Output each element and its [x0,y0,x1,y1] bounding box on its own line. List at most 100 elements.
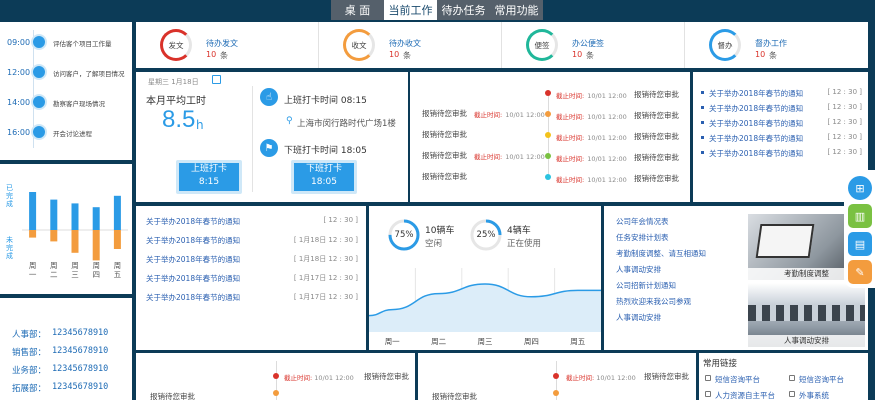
news-link[interactable]: 考勤制度调整、请互相通知 [616,248,706,259]
document-icon[interactable]: ▤ [848,232,872,256]
quick-link[interactable]: 外事系统 [799,390,829,400]
x-tick-label: 三 [71,270,79,279]
notice-time: [ 1月17日 12 : 30 ] [293,293,358,301]
x-tick-label: 周 [92,261,100,270]
quick-link[interactable]: 短信咨询平台 [799,374,844,385]
notice-title[interactable]: 关于举办2018年春节的通知 [709,103,803,114]
vehicle-status: 空闲 [425,239,443,249]
timeline-dot [545,90,551,96]
notices-panel: 关于举办2018年春节的通知 [ 12 : 30 ] 关于举办2018年春节的通知 [… [136,206,366,350]
avg-hours-unit: h [196,118,204,132]
location-pin-icon: ⚲ [286,116,293,126]
news-thumb-personnel[interactable]: 人事调动安排 [748,283,865,347]
tab-common-functions[interactable]: 常用功能 [490,0,543,20]
notice-time: [ 12 : 30 ] [827,88,862,96]
stat-title[interactable]: 待办收文 [389,38,421,49]
approval-item[interactable]: 报销待您审批 [150,391,195,400]
approval-item[interactable]: 报销待您审批 [634,173,679,184]
dept-name: 拓展部： [12,384,47,394]
news-link[interactable]: 公司招新计划通知 [616,280,676,291]
schedule-text[interactable]: 评估客个项目工作量 [53,38,112,48]
link-icon [705,391,711,397]
dept-phone: 12345678910 [52,364,109,374]
approval-item[interactable]: 报销待您审批 [634,110,679,121]
x-tick-label: 周 [71,261,79,270]
notice-title[interactable]: 关于举办2018年春节的通知 [709,148,803,159]
stat-count: 10 [755,50,766,59]
tab-desktop[interactable]: 桌 面 [331,0,384,20]
stat-title[interactable]: 督办工作 [755,38,787,49]
approvals-bottom-left: 截止时间: 10/01 12:00 报销待您审批 报销待您审批 [136,353,415,400]
stat-title[interactable]: 待办发文 [206,38,238,49]
approvals-panel: 报销待您审批 截止时间: 10/01 12:00 报销待您审批 报销待您审批 截止时间: 1… [410,72,690,202]
tab-current-work[interactable]: 当前工作 [384,0,437,20]
checkout-button[interactable]: 下班打卡 18:05 [291,160,357,194]
stat-ring-icon[interactable]: 发文 [160,29,192,61]
checkin-button[interactable]: 上班打卡 8:15 [176,160,242,194]
approval-item[interactable]: 报销待您审批 [634,131,679,142]
stat-title[interactable]: 办公便签 [572,38,604,49]
schedule-time: 14:00 [7,98,31,107]
deadline-label: 截止时间: [556,113,585,121]
avg-hours-value: 8.5 [162,106,196,133]
notice-title[interactable]: 关于举办2018年春节的通知 [146,216,240,227]
notice-title[interactable]: 关于举办2018年春节的通知 [709,88,803,99]
approval-item[interactable]: 报销待您审批 [422,129,467,140]
bar-undone [71,230,79,253]
bullet [701,121,704,124]
notice-title[interactable]: 关于举办2018年春节的通知 [709,118,803,129]
checkout-button-time: 18:05 [311,177,337,187]
stat-count: 10 [389,50,400,59]
link-icon [789,391,795,397]
vehicle-status: 正在使用 [507,239,542,249]
tab-todo[interactable]: 待办任务 [437,0,490,20]
x-tick-label: 周四 [524,337,539,346]
apps-icon[interactable]: ⊞ [848,176,872,200]
note-icon[interactable]: ✎ [848,260,872,284]
notice-title[interactable]: 关于举办2018年春节的通知 [146,235,240,246]
approval-item[interactable]: 报销待您审批 [634,152,679,163]
notice-time: [ 12 : 30 ] [827,148,862,156]
approval-item[interactable]: 报销待您审批 [644,371,689,382]
schedule-text[interactable]: 勘察客户现场情况 [53,98,105,108]
quick-link[interactable]: 短信咨询平台 [715,374,760,385]
calendar-icon[interactable] [212,75,221,84]
timeline-dot [545,111,551,117]
notice-title[interactable]: 关于举办2018年春节的通知 [146,254,240,265]
x-tick-label: 二 [50,270,58,279]
approval-item[interactable]: 报销待您审批 [364,371,409,382]
schedule-text[interactable]: 访问客户，了解项目情况 [53,68,125,78]
notice-title[interactable]: 关于举办2018年春节的通知 [146,273,240,284]
trash-icon[interactable]: ▥ [848,204,872,228]
stat-ring-icon[interactable]: 便签 [526,29,558,61]
news-link[interactable]: 公司年会情况表 [616,216,669,227]
news-link[interactable]: 热烈欢迎来我公司参观 [616,296,691,307]
schedule-text[interactable]: 开会讨论进程 [53,128,92,138]
stat-ring-icon[interactable]: 督办 [709,29,741,61]
news-link[interactable]: 人事调动安排 [616,312,661,323]
bar-undone [113,230,121,249]
stat-unit: 条 [220,51,228,60]
approval-item[interactable]: 报销待您审批 [422,150,467,161]
x-tick-label: 周 [114,261,122,270]
approval-item[interactable]: 报销待您审批 [422,108,467,119]
dept-phone: 12345678910 [52,346,109,356]
approval-item[interactable]: 报销待您审批 [422,171,467,182]
bullet [701,91,704,94]
deadline-label: 截止时间: [556,155,585,163]
deadline-date: 10/01 12:00 [505,153,545,161]
notice-time: [ 1月18日 12 : 30 ] [293,255,358,263]
vehicle-count: 10辆车 [425,226,455,236]
bar-chart: 周一周二周三周四周五 [22,192,128,279]
x-tick-label: 周二 [431,337,446,346]
approval-item[interactable]: 报销待您审批 [432,391,477,400]
deadline-label: 截止时间: [284,374,313,382]
bar-done [92,207,100,230]
quick-link[interactable]: 人力资源自主平台 [715,390,775,400]
stat-ring-icon[interactable]: 收文 [343,29,375,61]
notice-title[interactable]: 关于举办2018年春节的通知 [146,292,240,303]
approval-item[interactable]: 报销待您审批 [634,89,679,100]
news-link[interactable]: 任务安排计划表 [616,232,669,243]
news-link[interactable]: 人事调动安排 [616,264,661,275]
notice-title[interactable]: 关于举办2018年春节的通知 [709,133,803,144]
